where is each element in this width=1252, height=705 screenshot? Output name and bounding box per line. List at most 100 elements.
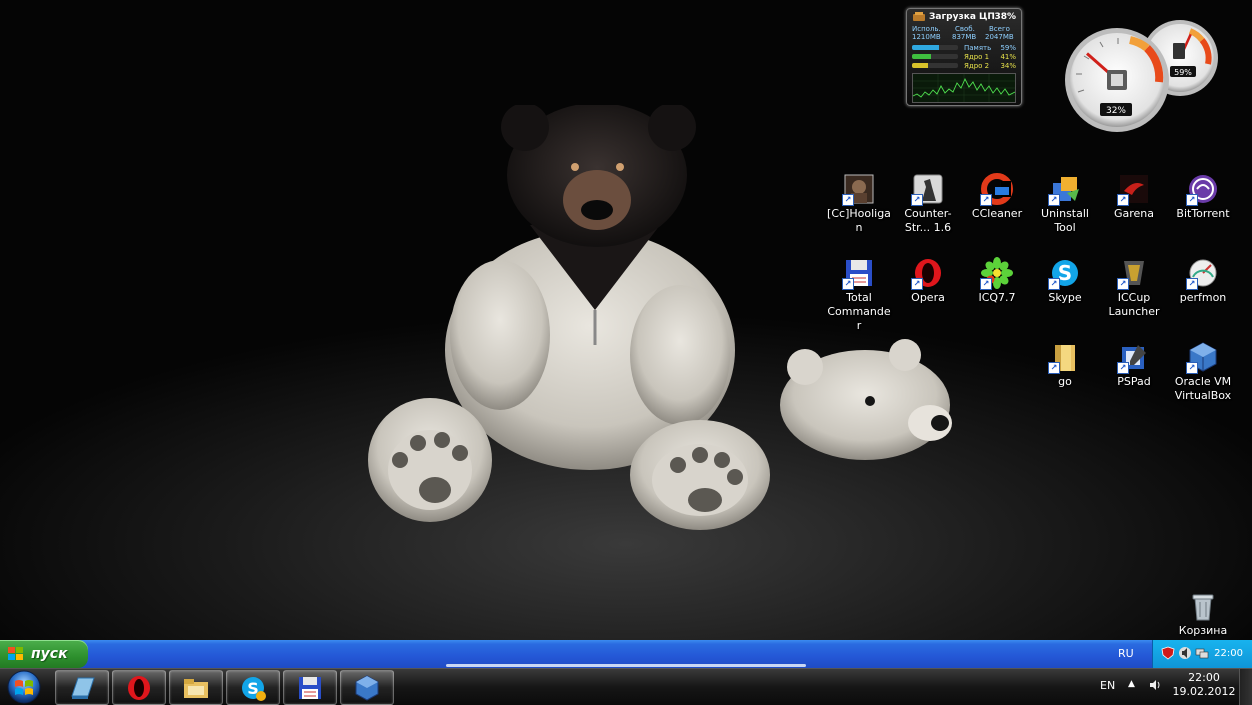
folder-icon: ↗ bbox=[1048, 341, 1081, 374]
icon-label: CCleaner bbox=[971, 207, 1023, 220]
total-commander-icon: ↗ bbox=[842, 257, 875, 290]
show-desktop-button[interactable] bbox=[1239, 669, 1252, 705]
icon-label: ICCup Launcher bbox=[1108, 291, 1160, 318]
virtualbox-icon bbox=[355, 675, 379, 701]
perfmon-icon: ↗ bbox=[1186, 257, 1219, 290]
desktop-icon-opera[interactable]: ↗ Opera bbox=[895, 257, 961, 305]
ccleaner-icon: ↗ bbox=[980, 173, 1013, 206]
desktop-icon-bittorrent[interactable]: ↗ BitTorrent bbox=[1170, 173, 1236, 221]
core1-row: Ядро 1 41% bbox=[912, 53, 1016, 61]
memory-label: Память bbox=[964, 44, 992, 52]
language-indicator[interactable]: RU bbox=[1118, 640, 1134, 668]
icon-label: Uninstall Tool bbox=[1041, 207, 1089, 234]
desktop[interactable]: Загрузка ЦП 38% Исполь. Своб. Всего 1210… bbox=[0, 0, 1252, 640]
memory-percent: 59% bbox=[1000, 44, 1016, 52]
icon-label: Oracle VM VirtualBox bbox=[1174, 375, 1232, 402]
clock-time: 22:00 bbox=[1188, 671, 1220, 684]
core1-bar-fill bbox=[912, 54, 931, 59]
start-label: пуск bbox=[31, 646, 68, 662]
file-manager-icon bbox=[184, 679, 208, 698]
iccup-icon: ↗ bbox=[1117, 257, 1150, 290]
opera-icon: ↗ bbox=[911, 257, 944, 290]
volume-icon[interactable] bbox=[1148, 678, 1162, 692]
taskbar-button-file-manager[interactable] bbox=[169, 670, 223, 705]
input-language[interactable]: EN bbox=[1100, 679, 1115, 692]
desktop-icon-ccleaner[interactable]: ↗ CCleaner bbox=[964, 173, 1030, 221]
icon-label: BitTorrent bbox=[1176, 207, 1230, 220]
win7-taskbar: S EN ▲ 22:00 19.02.2012 bbox=[0, 668, 1252, 705]
shield-icon[interactable] bbox=[1161, 646, 1175, 660]
windows-orb-start-button[interactable] bbox=[4, 670, 44, 704]
garena-icon: ↗ bbox=[1117, 173, 1150, 206]
bittorrent-icon: ↗ bbox=[1186, 173, 1219, 206]
desktop-icon-perfmon[interactable]: ↗ perfmon bbox=[1170, 257, 1236, 305]
clock-date: 19.02.2012 bbox=[1172, 685, 1236, 698]
network-icon[interactable] bbox=[1195, 646, 1209, 660]
windows-flag-icon bbox=[8, 647, 23, 660]
taskbar-divider bbox=[446, 664, 806, 667]
desktop-icon-pspad[interactable]: ↗ PSPad bbox=[1101, 341, 1167, 389]
used-memory: 1210MB bbox=[912, 33, 941, 41]
taskbar-button-app[interactable] bbox=[55, 670, 109, 705]
counter-strike-icon: ↗ bbox=[911, 173, 944, 206]
memory-bar-fill bbox=[912, 45, 940, 50]
xp-system-tray: 22:00 bbox=[1152, 640, 1252, 668]
icon-label: Counter-Str... 1.6 bbox=[904, 207, 952, 234]
skype-icon: S bbox=[242, 677, 266, 701]
col-used-header: Исполь. bbox=[912, 25, 941, 33]
taskbar-button-skype[interactable]: S bbox=[226, 670, 280, 705]
memory-row: Память 59% bbox=[912, 44, 1016, 52]
core1-label: Ядро 1 bbox=[964, 53, 990, 61]
speaker-icon[interactable] bbox=[1178, 646, 1192, 660]
desktop-icon-skype[interactable]: S ↗ Skype bbox=[1032, 257, 1098, 305]
col-free-header: Своб. bbox=[955, 25, 975, 33]
desktop-icon-hooligan[interactable]: ↗ [Cc]Hooligan bbox=[826, 173, 892, 235]
icon-label: perfmon bbox=[1179, 291, 1227, 304]
col-total-header: Всего bbox=[989, 25, 1010, 33]
icon-label: ICQ7.7 bbox=[978, 291, 1016, 304]
desktop-icon-iccup[interactable]: ↗ ICCup Launcher bbox=[1101, 257, 1167, 319]
icon-label: go bbox=[1058, 375, 1072, 388]
uninstall-tool-icon: ↗ bbox=[1048, 173, 1081, 206]
cpu-gadget-title: Загрузка ЦП bbox=[929, 12, 995, 22]
taskbar-button-virtualbox[interactable] bbox=[340, 670, 394, 705]
hooligan-avatar-icon: ↗ bbox=[842, 173, 875, 206]
free-memory: 837MB bbox=[952, 33, 977, 41]
xp-taskbar: пуск RU 22:00 bbox=[0, 640, 1252, 668]
clock[interactable]: 22:00 19.02.2012 bbox=[1170, 671, 1238, 699]
taskbar-button-total-commander[interactable] bbox=[283, 670, 337, 705]
taskbar-button-opera[interactable] bbox=[112, 670, 166, 705]
app-icon bbox=[71, 677, 95, 699]
skype-icon: S ↗ bbox=[1048, 257, 1081, 290]
virtualbox-icon: ↗ bbox=[1186, 341, 1219, 374]
pspad-icon: ↗ bbox=[1117, 341, 1150, 374]
core1-percent: 41% bbox=[1000, 53, 1016, 61]
desktop-icon-recycle-bin[interactable]: Корзина bbox=[1170, 590, 1236, 638]
icon-label: Opera bbox=[911, 291, 945, 304]
icon-label: PSPad bbox=[1117, 375, 1151, 388]
desktop-icon-go[interactable]: ↗ go bbox=[1032, 341, 1098, 389]
xp-clock[interactable]: 22:00 bbox=[1214, 640, 1243, 668]
show-hidden-icons-button[interactable]: ▲ bbox=[1128, 679, 1135, 689]
icon-label: Garena bbox=[1113, 207, 1155, 220]
icon-label: Корзина bbox=[1178, 624, 1228, 637]
desktop-icon-virtualbox[interactable]: ↗ Oracle VM VirtualBox bbox=[1170, 341, 1236, 403]
total-memory: 2047MB bbox=[985, 33, 1014, 41]
core2-percent: 34% bbox=[1000, 62, 1016, 70]
cpu-history-graph bbox=[912, 73, 1016, 103]
cpu-memory-gauge-gadget[interactable]: 59% 32% bbox=[1062, 12, 1222, 134]
desktop-icon-uninstall-tool[interactable]: ↗ Uninstall Tool bbox=[1032, 173, 1098, 235]
core2-bar-fill bbox=[912, 63, 928, 68]
memory-gauge-value: 59% bbox=[1174, 68, 1192, 77]
cpu-meter-gadget[interactable]: Загрузка ЦП 38% Исполь. Своб. Всего 1210… bbox=[906, 8, 1022, 106]
opera-icon bbox=[128, 676, 150, 700]
total-commander-icon bbox=[299, 677, 321, 699]
desktop-icon-counter-strike[interactable]: ↗ Counter-Str... 1.6 bbox=[895, 173, 961, 235]
desktop-icon-icq[interactable]: ↗ ICQ7.7 bbox=[964, 257, 1030, 305]
desktop-icon-total-commander[interactable]: ↗ Total Commander bbox=[826, 257, 892, 333]
icon-label: Total Commander bbox=[827, 291, 891, 332]
recycle-bin-icon bbox=[1187, 590, 1219, 622]
desktop-icon-garena[interactable]: ↗ Garena bbox=[1101, 173, 1167, 221]
start-button[interactable]: пуск bbox=[0, 640, 88, 668]
core2-row: Ядро 2 34% bbox=[912, 62, 1016, 70]
